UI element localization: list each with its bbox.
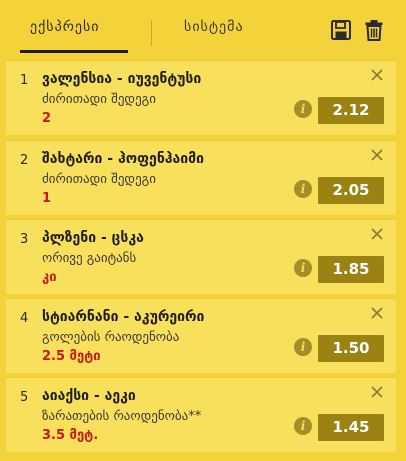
bet-odd[interactable]: 1.45 [318, 414, 384, 441]
tab-express[interactable]: ექსპრესი [30, 19, 100, 45]
bet-number: 5 [20, 390, 29, 405]
bet-match-name: სტიარნანი - აკურეირი [42, 309, 205, 325]
info-icon[interactable]: i [294, 180, 312, 198]
bet-card: 1 ვალენსია - იუვენტუსი ძირითადი შედეგი 2… [6, 60, 396, 135]
close-icon[interactable] [370, 67, 384, 81]
betslip-tabs: ექსპრესი სისტემა [0, 0, 406, 58]
bet-pick: 3.5 მეტ. [42, 428, 99, 443]
info-icon[interactable]: i [294, 259, 312, 277]
bet-market: ძირითადი შედეგი [42, 92, 156, 107]
bet-match-name: ვალენსია - იუვენტუსი [42, 71, 202, 87]
tab-system[interactable]: სისტემა [184, 19, 244, 45]
bet-market: ზარათების რაოდენობა** [42, 409, 202, 424]
bet-pick: 1 [42, 191, 52, 206]
info-icon[interactable]: i [294, 100, 312, 118]
bet-match-name: აიაქსი - აეკი [42, 388, 136, 404]
bet-pick: კი [42, 270, 57, 285]
info-icon[interactable]: i [294, 338, 312, 356]
bet-list: 1 ვალენსია - იუვენტუსი ძირითადი შედეგი 2… [0, 58, 406, 461]
info-icon[interactable]: i [294, 417, 312, 435]
close-icon[interactable] [370, 384, 384, 398]
bet-odd[interactable]: 2.05 [318, 177, 384, 204]
bet-market: ორივე გაიტანს [42, 251, 137, 266]
bet-number: 1 [20, 73, 29, 88]
betslip-panel: ექსპრესი სისტემა 1 ვალენსია - იუვენტუსი … [0, 0, 406, 461]
close-icon[interactable] [370, 305, 384, 319]
bet-market: ძირითადი შედეგი [42, 172, 156, 187]
close-icon[interactable] [370, 147, 384, 161]
bet-odd[interactable]: 2.12 [318, 97, 384, 124]
bet-card: 5 აიაქსი - აეკი ზარათების რაოდენობა** 3.… [6, 377, 396, 452]
bet-pick: 2 [42, 111, 52, 126]
bet-card: 4 სტიარნანი - აკურეირი გოლების რაოდენობა… [6, 298, 396, 373]
bet-odd[interactable]: 1.85 [318, 256, 384, 283]
tab-divider [151, 20, 152, 46]
bet-odd[interactable]: 1.50 [318, 335, 384, 362]
bet-market: გოლების რაოდენობა [42, 330, 180, 345]
close-icon[interactable] [370, 226, 384, 240]
bet-card: 2 შახტარი - ჰოფენჰაიმი ძირითადი შედეგი 1… [6, 140, 396, 215]
bet-match-name: პლზენი - ცსკა [42, 230, 144, 246]
bet-pick: 2.5 მეტი [42, 349, 101, 364]
active-tab-indicator [20, 50, 128, 53]
bet-number: 4 [20, 311, 29, 326]
trash-icon[interactable] [364, 19, 384, 41]
bet-number: 3 [20, 232, 29, 247]
bet-number: 2 [20, 153, 29, 168]
bet-match-name: შახტარი - ჰოფენჰაიმი [42, 151, 205, 167]
bet-card: 3 პლზენი - ცსკა ორივე გაიტანს კი i 1.85 [6, 219, 396, 294]
floppy-disk-icon[interactable] [331, 19, 351, 41]
